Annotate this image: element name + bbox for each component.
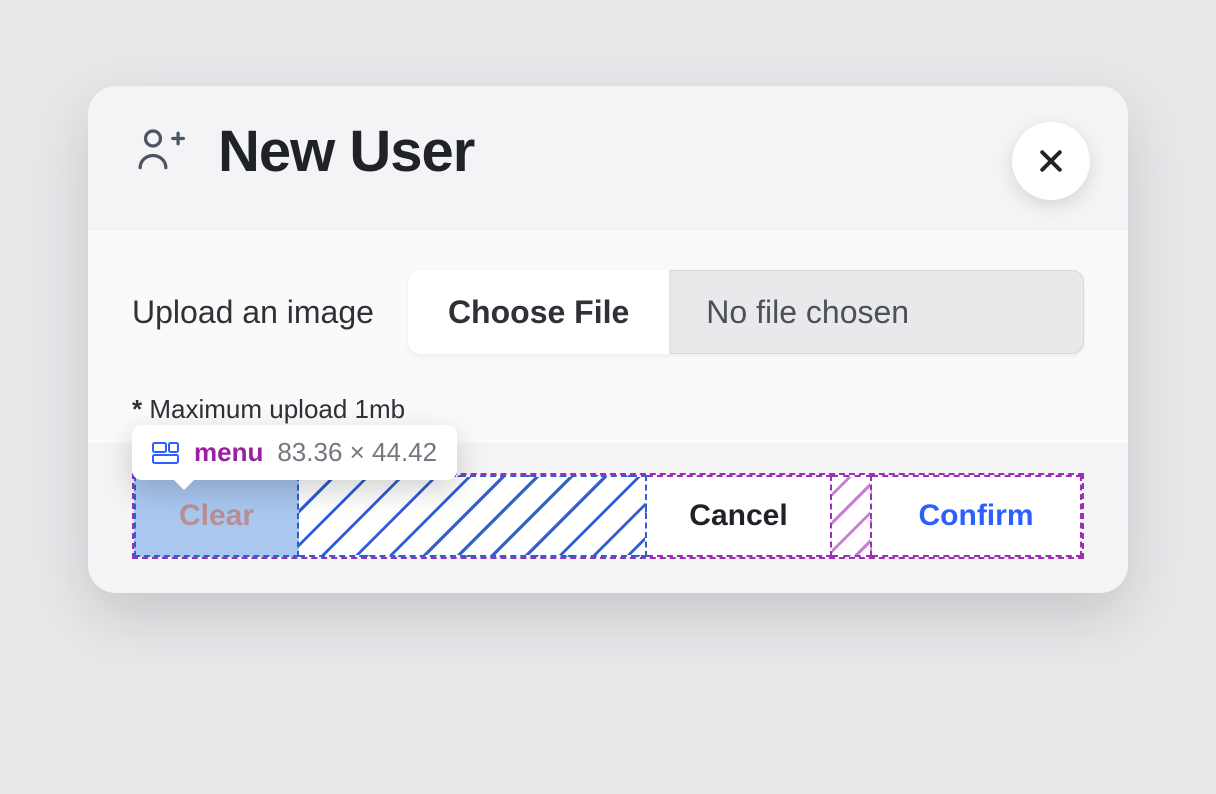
choose-file-button[interactable]: Choose File: [408, 270, 670, 354]
close-icon: [1036, 146, 1066, 176]
new-user-dialog: New User Upload an image Choose File No …: [88, 86, 1128, 593]
user-plus-icon: [132, 121, 188, 182]
dialog-title: New User: [218, 118, 474, 185]
inspector-dimensions: 83.36 × 44.42: [277, 437, 437, 468]
dialog-header: New User: [88, 86, 1128, 229]
dialog-footer-flex-overlay: Clear Cancel Confirm: [132, 473, 1084, 559]
cancel-button[interactable]: Cancel: [647, 475, 832, 557]
flex-free-space: [299, 475, 647, 557]
dialog-body: Upload an image Choose File No file chos…: [88, 229, 1128, 443]
file-status-text: No file chosen: [670, 270, 1084, 354]
cancel-button-label: Cancel: [689, 499, 787, 533]
upload-label: Upload an image: [132, 294, 374, 331]
clear-button-label: Clear: [179, 499, 254, 533]
confirm-button[interactable]: Confirm: [872, 475, 1082, 557]
hint-text: Maximum upload 1mb: [142, 394, 405, 424]
upload-hint: * Maximum upload 1mb: [132, 394, 1084, 425]
inspector-element-tag: menu: [194, 437, 263, 468]
close-button[interactable]: [1012, 122, 1090, 200]
hint-asterisk: *: [132, 394, 142, 424]
flex-badge-icon: [152, 442, 180, 464]
devtools-inspector-tooltip: menu 83.36 × 44.42: [132, 425, 457, 480]
clear-button[interactable]: Clear: [134, 475, 299, 557]
confirm-button-label: Confirm: [919, 499, 1034, 533]
upload-row: Upload an image Choose File No file chos…: [132, 270, 1084, 354]
file-chooser: Choose File No file chosen: [408, 270, 1084, 354]
flex-gap: [832, 475, 872, 557]
